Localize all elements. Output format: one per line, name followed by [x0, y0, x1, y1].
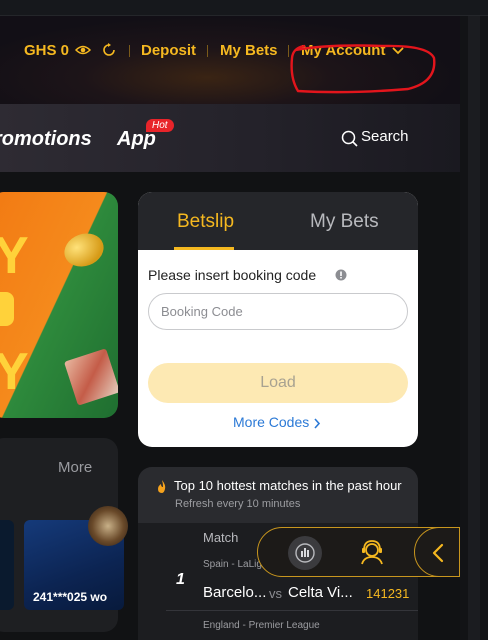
nav-promotions[interactable]: romotions [0, 128, 92, 151]
scrollbar-thumb[interactable] [468, 16, 480, 640]
header-divider [207, 45, 208, 57]
flame-icon [158, 480, 166, 493]
window-top-strip [0, 0, 488, 16]
promo-banner[interactable]: Y Y [0, 192, 118, 418]
stats-button[interactable] [288, 536, 322, 570]
banner-letter: Y [0, 227, 29, 285]
vs-label: vs [269, 586, 282, 601]
betslip-tabs: Betslip My Bets [138, 192, 418, 250]
info-icon[interactable] [335, 269, 347, 281]
match-league: England - Premier League [203, 620, 320, 631]
betslip-card: Betslip My Bets Please insert booking co… [138, 192, 418, 447]
more-codes-link[interactable]: More Codes [233, 414, 309, 430]
more-link[interactable]: More [58, 459, 92, 476]
stats-icon [295, 543, 315, 563]
booking-code-input[interactable] [148, 293, 408, 330]
tab-my-bets[interactable]: My Bets [310, 211, 379, 233]
hottest-subtitle: Refresh every 10 minutes [175, 498, 301, 510]
booking-prompt: Please insert booking code [148, 267, 317, 283]
match-code[interactable]: 141231 [366, 586, 409, 601]
row-divider [166, 610, 418, 611]
nav-search[interactable]: Search [361, 128, 409, 145]
active-tab-indicator [174, 247, 234, 250]
collapse-toolbar-button[interactable] [414, 527, 460, 577]
scrollbar[interactable] [460, 16, 488, 640]
search-icon[interactable] [341, 130, 358, 147]
tab-betslip[interactable]: Betslip [177, 211, 234, 233]
hot-badge: Hot [146, 119, 174, 132]
support-agent-icon[interactable] [358, 538, 386, 566]
main-nav: romotions App Hot Search [0, 104, 460, 172]
away-team[interactable]: Celta Vi... [288, 584, 353, 601]
header-divider [129, 45, 130, 57]
banner-letter: Y [0, 343, 29, 401]
load-button[interactable]: Load [148, 363, 408, 403]
my-bets-link[interactable]: My Bets [220, 42, 278, 59]
banner-accent [0, 292, 14, 326]
refresh-icon[interactable] [102, 43, 116, 57]
match-rank: 1 [176, 571, 185, 588]
money-graphic [63, 348, 118, 406]
chevron-left-icon [432, 543, 444, 563]
tile-graphic [88, 506, 128, 546]
column-header-match: Match [203, 530, 239, 545]
game-tile[interactable] [0, 520, 14, 610]
hottest-header: Top 10 hottest matches in the past hour … [138, 467, 418, 523]
coin-graphic [59, 228, 109, 272]
hottest-title: Top 10 hottest matches in the past hour [174, 478, 402, 493]
top-header: GHS 0 Deposit My Bets My Account [0, 16, 460, 104]
deposit-link[interactable]: Deposit [141, 42, 196, 59]
balance-display: GHS 0 [24, 42, 70, 59]
eye-icon[interactable] [75, 43, 91, 57]
annotation-circle [290, 44, 436, 94]
tile-caption: 241***025 wo [33, 590, 108, 604]
chevron-right-icon[interactable] [313, 418, 321, 429]
recent-wins-panel: More 241***025 wo [0, 438, 128, 632]
home-team[interactable]: Barcelo... [203, 584, 266, 601]
